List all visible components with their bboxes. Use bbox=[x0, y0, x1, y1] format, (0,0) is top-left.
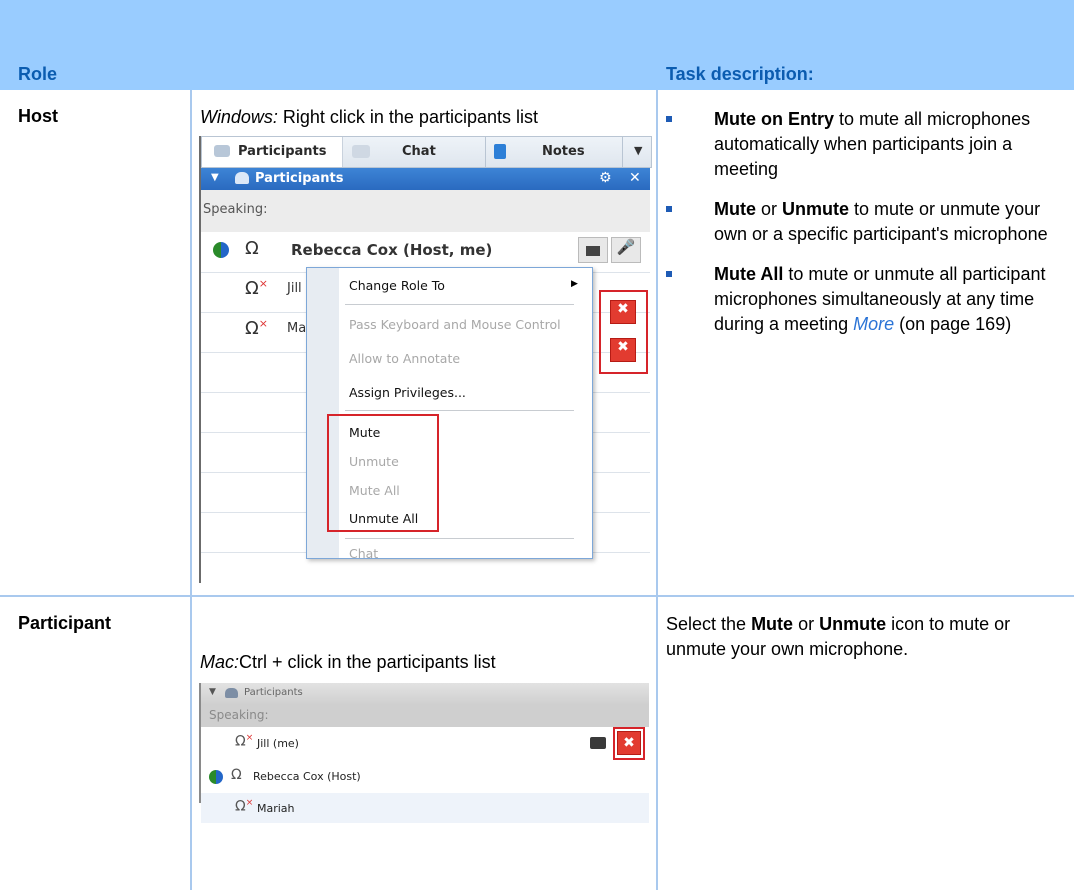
muted-headset-icon: Ω× bbox=[235, 733, 254, 750]
speaking-row: Speaking: bbox=[201, 190, 650, 233]
participants-tab-icon bbox=[214, 145, 230, 157]
host-platform: Windows: bbox=[200, 107, 278, 127]
mac-panel-header: ▼ Participants bbox=[201, 683, 649, 706]
headset-icon: Ω bbox=[245, 238, 259, 259]
participant-name[interactable]: Ma bbox=[287, 321, 306, 336]
mute-options-highlight bbox=[327, 414, 439, 532]
tab-participants[interactable]: Participants bbox=[202, 137, 343, 167]
participant-name: Jill (me) bbox=[257, 737, 299, 750]
submenu-arrow-icon: ▶ bbox=[571, 279, 578, 289]
video-camera-icon[interactable] bbox=[590, 737, 606, 749]
collapse-icon[interactable]: ▼ bbox=[211, 172, 219, 183]
menu-item-chat[interactable]: Chat bbox=[349, 546, 378, 561]
close-icon[interactable]: ✕ bbox=[629, 170, 641, 186]
mac-speaking-row: Speaking: bbox=[201, 705, 649, 727]
table-header-band bbox=[0, 0, 1074, 90]
bullet-icon bbox=[666, 271, 672, 277]
tab-overflow-icon[interactable]: ▼ bbox=[634, 144, 642, 157]
presenter-ball-icon bbox=[213, 242, 229, 258]
settings-gear-icon[interactable]: ⚙ bbox=[599, 170, 612, 186]
more-link[interactable]: More bbox=[853, 314, 894, 334]
muted-mic-icon[interactable]: ✖ bbox=[610, 338, 636, 362]
participant-task-description: Select the Mute or Unmute icon to mute o… bbox=[666, 614, 1011, 659]
participant-name[interactable]: Rebecca Cox (Host, me) bbox=[291, 241, 492, 259]
list-item: Mute All to mute or unmute all participa… bbox=[666, 262, 1066, 337]
participants-panel-header: ▼ Participants ⚙ ✕ bbox=[201, 168, 650, 190]
menu-item-allow-annotate[interactable]: Allow to Annotate bbox=[349, 351, 460, 366]
mac-participants-screenshot: ▼ Participants Speaking: Ω× Jill (me) ✖ … bbox=[199, 683, 651, 850]
muted-headset-icon: Ω× bbox=[245, 277, 268, 299]
role-participant: Participant bbox=[18, 613, 112, 633]
tab-notes[interactable]: Notes bbox=[542, 137, 602, 167]
mic-button[interactable]: 🎤 bbox=[611, 237, 641, 263]
participant-instruction: Mac:Ctrl + click in the participants lis… bbox=[200, 652, 496, 672]
menu-item-change-role[interactable]: Change Role To bbox=[349, 278, 445, 293]
header-task-description: Task description: bbox=[666, 64, 814, 84]
bullet-icon bbox=[666, 206, 672, 212]
host-task-list: Mute on Entry to mute all microphones au… bbox=[666, 107, 1066, 337]
column-divider-1 bbox=[190, 90, 192, 890]
chat-tab-icon bbox=[352, 145, 370, 158]
participants-icon bbox=[235, 172, 249, 184]
column-divider-2 bbox=[656, 90, 658, 890]
header-role: Role bbox=[18, 64, 58, 84]
menu-item-pass-control[interactable]: Pass Keyboard and Mouse Control bbox=[349, 317, 561, 332]
panel-title: Participants bbox=[255, 171, 344, 186]
presenter-ball-icon bbox=[209, 770, 223, 784]
row-divider bbox=[0, 595, 1074, 597]
participant-row[interactable]: Ω× Mariah bbox=[201, 793, 649, 823]
speaking-label: Speaking: bbox=[209, 708, 269, 722]
role-host: Host bbox=[18, 106, 58, 126]
windows-participants-screenshot: Participants Chat Notes ▼ ▼ Participants… bbox=[199, 136, 652, 583]
host-instruction: Windows: Right click in the participants… bbox=[200, 105, 538, 130]
host-instruction-text: Right click in the participants list bbox=[277, 107, 538, 127]
headset-icon: Ω bbox=[231, 767, 242, 783]
list-item: Mute on Entry to mute all microphones au… bbox=[666, 107, 1066, 182]
bullet-icon bbox=[666, 116, 672, 122]
speaking-label: Speaking: bbox=[203, 202, 268, 217]
muted-headset-icon: Ω× bbox=[245, 317, 268, 339]
muted-mic-icon[interactable]: ✖ bbox=[617, 731, 641, 755]
video-button[interactable] bbox=[578, 237, 608, 263]
mac-panel-title: Participants bbox=[244, 687, 303, 698]
notes-tab-icon bbox=[494, 144, 506, 159]
menu-item-assign-privileges[interactable]: Assign Privileges... bbox=[349, 385, 466, 400]
participant-name: Rebecca Cox (Host) bbox=[253, 770, 361, 783]
participants-icon bbox=[225, 688, 238, 698]
muted-mic-icon[interactable]: ✖ bbox=[610, 300, 636, 324]
participant-row[interactable]: Ω× Jill (me) bbox=[201, 727, 649, 761]
participant-row[interactable]: Ω Rebecca Cox (Host) bbox=[201, 761, 649, 793]
tab-chat[interactable]: Chat bbox=[402, 137, 462, 167]
collapse-icon[interactable]: ▼ bbox=[209, 687, 216, 697]
participant-name[interactable]: Jill bbox=[287, 281, 302, 296]
muted-headset-icon: Ω× bbox=[235, 798, 254, 815]
participant-platform: Mac: bbox=[200, 652, 240, 672]
participant-name: Mariah bbox=[257, 802, 295, 815]
list-item: Mute or Unmute to mute or unmute your ow… bbox=[666, 197, 1066, 247]
tab-bar: Participants Chat Notes ▼ bbox=[201, 136, 652, 168]
video-camera-icon bbox=[586, 246, 600, 256]
